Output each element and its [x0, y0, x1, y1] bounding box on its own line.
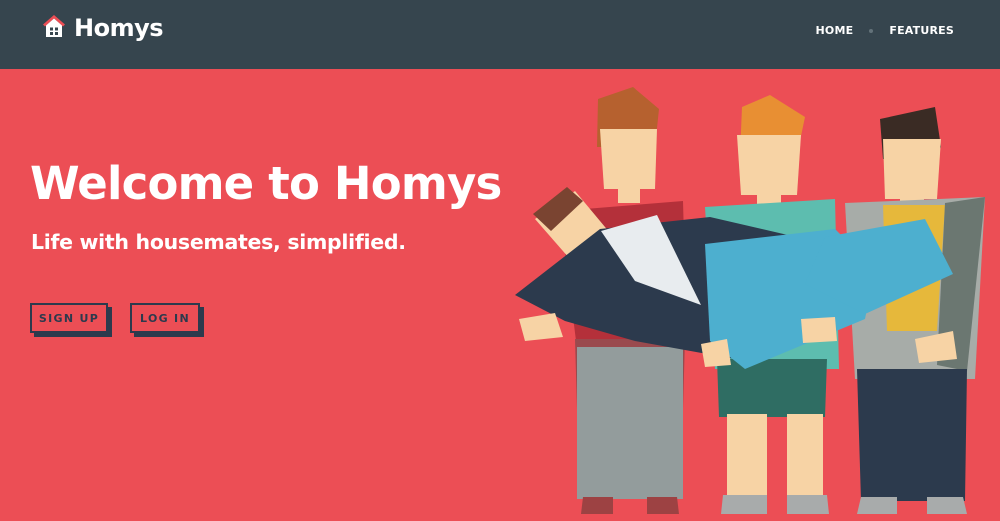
main-nav: HOME FEATURES [816, 24, 954, 37]
hero-subtitle: Life with housemates, simplified. [31, 230, 406, 254]
housemates-illustration [515, 87, 985, 514]
brand-name: Homys [74, 14, 164, 42]
navbar: Homys HOME FEATURES [0, 0, 1000, 69]
house-icon [42, 13, 66, 43]
brand-logo[interactable]: Homys [42, 13, 164, 43]
hero-title: Welcome to Homys [30, 157, 502, 210]
nav-home-link[interactable]: HOME [816, 24, 854, 37]
sign-up-button[interactable]: SIGN UP [30, 303, 108, 333]
log-in-button[interactable]: LOG IN [130, 303, 200, 333]
nav-features-link[interactable]: FEATURES [889, 24, 954, 37]
nav-separator [869, 28, 874, 33]
hero-section: Welcome to Homys Life with housemates, s… [0, 69, 1000, 521]
